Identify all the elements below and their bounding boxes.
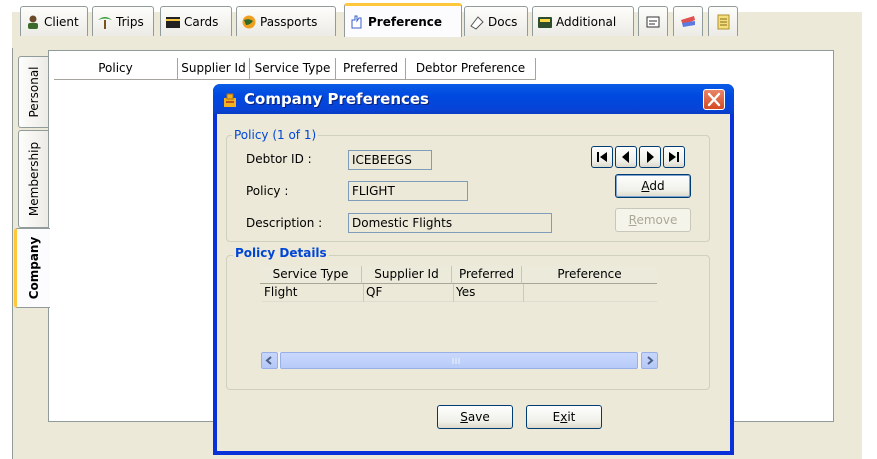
save-button[interactable]: Save	[437, 405, 513, 429]
column-header-service-type[interactable]: Service Type	[250, 58, 336, 80]
chevron-right-icon	[647, 356, 654, 365]
cell-preferred: Yes	[454, 284, 524, 302]
tab-label: Additional	[556, 14, 617, 29]
last-record-button[interactable]	[663, 146, 685, 168]
tab-label: Preference	[368, 14, 443, 29]
tab-label: Docs	[488, 14, 518, 29]
company-preferences-dialog: Company Preferences Policy (1 of 1) Debt…	[213, 84, 734, 455]
record-navigator	[591, 146, 691, 168]
tab-label: Client	[44, 14, 79, 29]
side-tab-label: Company	[26, 236, 41, 300]
tab-tickets[interactable]	[673, 6, 703, 36]
cell-supplier-id: QF	[364, 284, 454, 302]
policy-field[interactable]: FLIGHT	[348, 181, 468, 201]
remove-button[interactable]: Remove	[615, 208, 691, 232]
scroll-left-button[interactable]	[261, 352, 278, 369]
description-field[interactable]: Domestic Flights	[348, 213, 552, 233]
remove-button-label: emove	[636, 213, 678, 227]
close-button[interactable]	[703, 89, 725, 110]
add-button[interactable]: Add	[615, 174, 691, 198]
add-button-label: dd	[649, 179, 665, 193]
last-record-icon	[669, 152, 679, 162]
details-horizontal-scrollbar[interactable]	[261, 352, 658, 369]
tab-docs[interactable]: Docs	[464, 6, 528, 36]
dialog-client-area: Policy (1 of 1) Debtor ID : ICEBEEGS Pol…	[217, 114, 730, 451]
previous-record-button[interactable]	[615, 146, 637, 168]
tickets-icon	[681, 15, 695, 27]
details-grid-header: Service Type Supplier Id Preferred Prefe…	[260, 266, 657, 284]
note-icon	[646, 16, 660, 27]
column-header-preferred[interactable]: Preferred	[336, 58, 406, 80]
column-header-supplier-id[interactable]: Supplier Id	[362, 266, 452, 284]
policy-group-legend: Policy (1 of 1)	[232, 128, 319, 142]
debtor-id-field[interactable]: ICEBEEGS	[348, 150, 432, 170]
next-record-button[interactable]	[639, 146, 661, 168]
tab-passports[interactable]: Passports	[236, 6, 336, 36]
tab-additional[interactable]: Additional	[532, 6, 634, 36]
scroll-right-button[interactable]	[641, 352, 658, 369]
main-grid-header: Policy Supplier Id Service Type Preferre…	[54, 58, 536, 80]
client-icon	[28, 15, 38, 29]
tab-cards[interactable]: Cards	[160, 6, 232, 36]
table-row[interactable]: Flight QF Yes	[262, 284, 657, 302]
docs-icon	[470, 15, 484, 30]
side-tab-strip: Personal Membership Company	[14, 52, 50, 412]
column-header-preference[interactable]: Preference	[522, 266, 657, 284]
column-header-preferred[interactable]: Preferred	[452, 266, 522, 284]
preference-icon	[351, 15, 362, 28]
policy-details-legend: Policy Details	[233, 246, 329, 260]
cell-service-type: Flight	[262, 284, 364, 302]
policy-label: Policy :	[246, 184, 289, 198]
exit-button[interactable]: Exit	[526, 405, 602, 429]
additional-icon	[538, 16, 552, 28]
column-header-policy[interactable]: Policy	[54, 58, 178, 80]
side-tab-membership[interactable]: Membership	[18, 130, 48, 228]
tab-client[interactable]: Client	[20, 6, 88, 36]
cards-icon	[166, 16, 180, 28]
dialog-title: Company Preferences	[244, 90, 429, 108]
chevron-left-icon	[265, 356, 272, 365]
next-record-icon	[647, 151, 654, 163]
tab-label: Trips	[116, 14, 144, 29]
first-record-icon	[597, 152, 607, 162]
tab-label: Passports	[260, 14, 318, 29]
exit-button-label-end: it	[567, 410, 576, 424]
previous-record-icon	[622, 151, 629, 163]
first-record-button[interactable]	[591, 146, 613, 168]
save-button-label: ave	[467, 410, 490, 424]
description-label: Description :	[246, 216, 323, 230]
side-tab-personal[interactable]: Personal	[18, 56, 48, 128]
dialog-titlebar[interactable]: Company Preferences	[213, 84, 734, 114]
tab-notepad[interactable]	[708, 6, 738, 36]
column-header-supplier-id[interactable]: Supplier Id	[178, 58, 250, 80]
save-button-mnemonic: S	[460, 410, 468, 424]
app-icon	[224, 93, 236, 107]
tab-trips[interactable]: Trips	[92, 6, 154, 36]
scroll-thumb[interactable]	[280, 352, 638, 369]
grip-icon	[452, 358, 460, 364]
globe-icon	[242, 15, 256, 28]
tab-preference[interactable]: Preference	[344, 3, 462, 37]
side-tab-company[interactable]: Company	[14, 228, 50, 308]
debtor-id-label: Debtor ID :	[246, 152, 312, 166]
cell-preference	[524, 284, 657, 302]
close-icon	[707, 92, 721, 107]
notepad-icon	[717, 14, 730, 29]
side-tab-label: Membership	[26, 141, 41, 217]
tab-note[interactable]	[638, 6, 668, 36]
column-header-debtor-preference[interactable]: Debtor Preference	[406, 58, 536, 80]
palm-tree-icon	[98, 16, 112, 29]
side-tab-label: Personal	[26, 66, 41, 118]
tab-label: Cards	[184, 14, 219, 29]
column-header-service-type[interactable]: Service Type	[260, 266, 362, 284]
